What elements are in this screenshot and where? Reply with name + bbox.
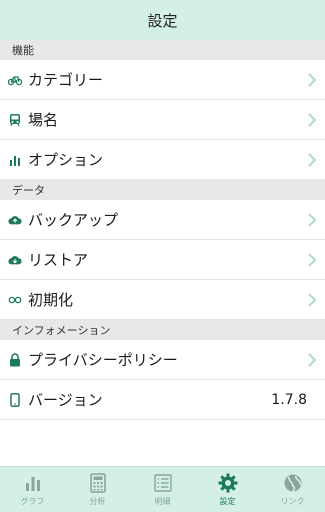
chevron-right-icon xyxy=(305,350,319,370)
tab-label: リンク xyxy=(280,497,305,506)
row-label: リストア xyxy=(28,251,89,269)
settings-row-place[interactable]: 場名 xyxy=(0,100,325,140)
settings-row-initialize[interactable]: 初期化 xyxy=(0,280,325,320)
gear-icon xyxy=(217,472,239,494)
tab-label: グラフ xyxy=(20,497,45,506)
chevron-right-icon xyxy=(305,70,319,90)
tab-details[interactable]: 明細 xyxy=(130,467,195,512)
chevron-right-icon xyxy=(305,110,319,130)
row-label: 初期化 xyxy=(28,291,74,309)
calculator-icon xyxy=(87,472,109,494)
bar-chart-icon xyxy=(8,153,22,167)
version-value: 1.7.8 xyxy=(271,391,307,408)
chevron-right-icon xyxy=(305,250,319,270)
settings-row-version: バージョン 1.7.8 xyxy=(0,380,325,420)
row-label: バージョン xyxy=(28,391,103,409)
row-label: バックアップ xyxy=(28,211,119,229)
tab-label: 明細 xyxy=(154,497,171,506)
section-label: インフォメーション xyxy=(12,324,111,337)
section-header-function: 機能 xyxy=(0,40,325,60)
row-label: カテゴリー xyxy=(28,71,104,89)
bottom-tab-bar: グラフ 分析 明細 設定 リンク xyxy=(0,466,325,512)
tab-link[interactable]: リンク xyxy=(260,467,325,512)
tab-label: 設定 xyxy=(219,497,236,506)
settings-row-backup[interactable]: バックアップ xyxy=(0,200,325,240)
chart-bar-icon xyxy=(22,472,44,494)
list-icon xyxy=(152,472,174,494)
section-label: 機能 xyxy=(12,44,34,57)
settings-row-restore[interactable]: リストア xyxy=(0,240,325,280)
chevron-right-icon xyxy=(305,290,319,310)
settings-row-option[interactable]: オプション xyxy=(0,140,325,180)
tab-analysis[interactable]: 分析 xyxy=(65,467,130,512)
lock-icon xyxy=(8,352,22,367)
settings-row-category[interactable]: カテゴリー xyxy=(0,60,325,100)
settings-row-privacy[interactable]: プライバシーポリシー xyxy=(0,340,325,380)
chevron-right-icon xyxy=(305,150,319,170)
chevron-right-icon xyxy=(305,210,319,230)
page-header: 設定 xyxy=(0,0,325,40)
section-header-data: データ xyxy=(0,180,325,200)
section-header-info: インフォメーション xyxy=(0,320,325,340)
cloud-upload-icon xyxy=(8,213,22,227)
infinity-icon xyxy=(8,293,22,307)
smartphone-icon xyxy=(8,392,22,407)
tab-label: 分析 xyxy=(89,497,106,506)
tab-settings[interactable]: 設定 xyxy=(195,467,260,512)
globe-icon xyxy=(282,472,304,494)
train-icon xyxy=(8,113,22,127)
tab-graph[interactable]: グラフ xyxy=(0,467,65,512)
cloud-download-icon xyxy=(8,253,22,267)
row-label: プライバシーポリシー xyxy=(28,351,178,369)
section-label: データ xyxy=(12,184,45,197)
page-title: 設定 xyxy=(147,11,178,30)
row-label: オプション xyxy=(28,151,104,169)
row-label: 場名 xyxy=(28,111,59,129)
bicycle-icon xyxy=(8,73,22,87)
